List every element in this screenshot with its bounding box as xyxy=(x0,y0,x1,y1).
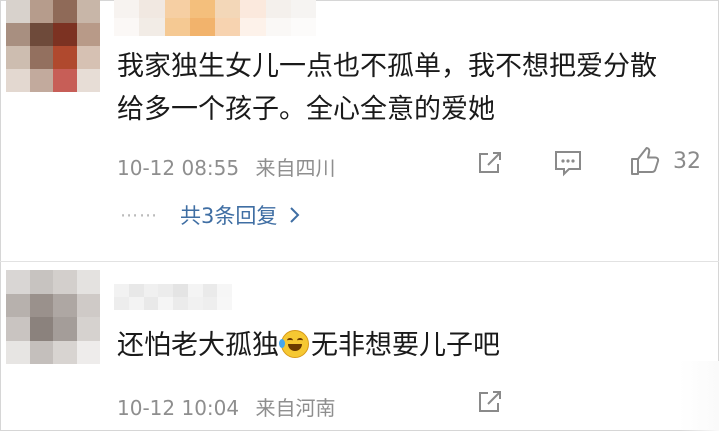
comment-location: 来自河南 xyxy=(255,396,336,420)
comment-location: 来自四川 xyxy=(255,156,336,180)
view-replies-link[interactable]: ⋯⋯ 共3条回复 xyxy=(120,200,301,230)
mosaic-cell xyxy=(189,0,215,18)
mosaic-cell xyxy=(143,284,159,297)
mosaic-cell xyxy=(29,0,53,23)
mosaic-cell xyxy=(6,270,30,294)
mosaic-cell xyxy=(53,340,77,364)
mosaic-cell xyxy=(215,18,241,36)
mosaic-cell xyxy=(53,69,77,92)
like-button[interactable]: 32 xyxy=(629,145,701,177)
comment-meta: 10-12 08:55 来自四川 xyxy=(117,152,345,181)
share-icon xyxy=(479,152,501,173)
comment-item: 还怕老大孤独 无非想要儿子吧 10-12 10:04 来自河南 xyxy=(0,262,719,431)
mosaic-cell xyxy=(6,0,30,23)
mosaic-cell xyxy=(187,284,203,297)
mosaic-cell xyxy=(53,23,77,46)
mosaic-cell xyxy=(240,18,266,36)
replies-count-label: 共3条回复 xyxy=(180,204,278,228)
mosaic-cell xyxy=(6,293,30,317)
mosaic-cell xyxy=(53,270,77,294)
mosaic-cell xyxy=(76,270,100,294)
mosaic-cell xyxy=(114,297,129,310)
mosaic-cell xyxy=(53,0,77,23)
mosaic-cell xyxy=(128,284,144,297)
mosaic-cell xyxy=(76,293,100,317)
mosaic-cell xyxy=(29,270,53,294)
mosaic-cell xyxy=(143,297,159,310)
comment-text-part: 还怕老大孤独 xyxy=(117,330,279,361)
mosaic-cell xyxy=(290,0,316,18)
mosaic-cell xyxy=(76,46,100,69)
mosaic-cell xyxy=(114,0,140,18)
share-button[interactable] xyxy=(476,149,504,177)
share-button[interactable] xyxy=(476,388,504,416)
comment-time: 10-12 08:55 xyxy=(117,156,240,180)
mosaic-cell xyxy=(29,69,53,92)
mosaic-cell xyxy=(29,23,53,46)
mosaic-cell xyxy=(114,18,140,36)
mosaic-cell xyxy=(6,46,30,69)
mosaic-cell xyxy=(164,0,190,18)
mosaic-cell xyxy=(217,297,232,310)
comment-meta: 10-12 10:04 来自河南 xyxy=(117,392,345,421)
mosaic-cell xyxy=(53,46,77,69)
mosaic-cell xyxy=(6,317,30,341)
comment-time: 10-12 10:04 xyxy=(117,396,240,420)
comment-item: 我家独生女儿一点也不孤单，我不想把爱分散给多一个孩子。全心全意的爱她 10-12… xyxy=(0,0,719,262)
mosaic-cell xyxy=(265,0,291,18)
mosaic-cell xyxy=(29,293,53,317)
mosaic-cell xyxy=(240,0,266,18)
mosaic-cell xyxy=(202,284,218,297)
mosaic-cell xyxy=(76,317,100,341)
laughing-tears-emoji-icon xyxy=(279,330,309,358)
mosaic-cell xyxy=(189,18,215,36)
mosaic-cell xyxy=(29,46,53,69)
mosaic-cell xyxy=(139,0,165,18)
mosaic-cell xyxy=(290,18,316,36)
mosaic-cell xyxy=(128,297,144,310)
reply-button[interactable] xyxy=(553,149,583,177)
username[interactable] xyxy=(114,284,232,310)
username[interactable] xyxy=(114,0,316,36)
mosaic-cell xyxy=(173,284,188,297)
comment-icon xyxy=(555,151,581,177)
mosaic-cell xyxy=(76,0,100,23)
comment-text: 我家独生女儿一点也不孤单，我不想把爱分散给多一个孩子。全心全意的爱她 xyxy=(117,51,657,125)
edge-fade xyxy=(679,361,719,431)
mosaic-cell xyxy=(6,69,30,92)
mosaic-cell xyxy=(187,297,203,310)
mosaic-cell xyxy=(76,23,100,46)
avatar[interactable] xyxy=(6,0,100,92)
mosaic-cell xyxy=(265,18,291,36)
mosaic-cell xyxy=(158,284,173,297)
comment-text-part: 无非想要儿子吧 xyxy=(311,330,500,361)
mosaic-cell xyxy=(215,0,241,18)
mosaic-cell xyxy=(164,18,190,36)
mosaic-cell xyxy=(114,284,129,297)
comment-text: 还怕老大孤独 无非想要儿子吧 xyxy=(117,324,679,367)
avatar[interactable] xyxy=(6,270,100,364)
mosaic-cell xyxy=(217,284,232,297)
thumbs-up-icon xyxy=(631,147,660,175)
ellipsis-icon: ⋯⋯ xyxy=(120,204,158,226)
mosaic-cell xyxy=(158,297,173,310)
share-icon xyxy=(479,391,501,412)
mosaic-cell xyxy=(6,23,30,46)
mosaic-cell xyxy=(76,340,100,364)
mosaic-cell xyxy=(29,317,53,341)
mosaic-cell xyxy=(6,340,30,364)
like-count: 32 xyxy=(673,148,701,174)
mosaic-cell xyxy=(29,340,53,364)
mosaic-cell xyxy=(76,69,100,92)
mosaic-cell xyxy=(139,18,165,36)
chevron-right-icon xyxy=(290,207,300,223)
mosaic-cell xyxy=(53,293,77,317)
mosaic-cell xyxy=(53,317,77,341)
mosaic-cell xyxy=(202,297,218,310)
mosaic-cell xyxy=(173,297,188,310)
